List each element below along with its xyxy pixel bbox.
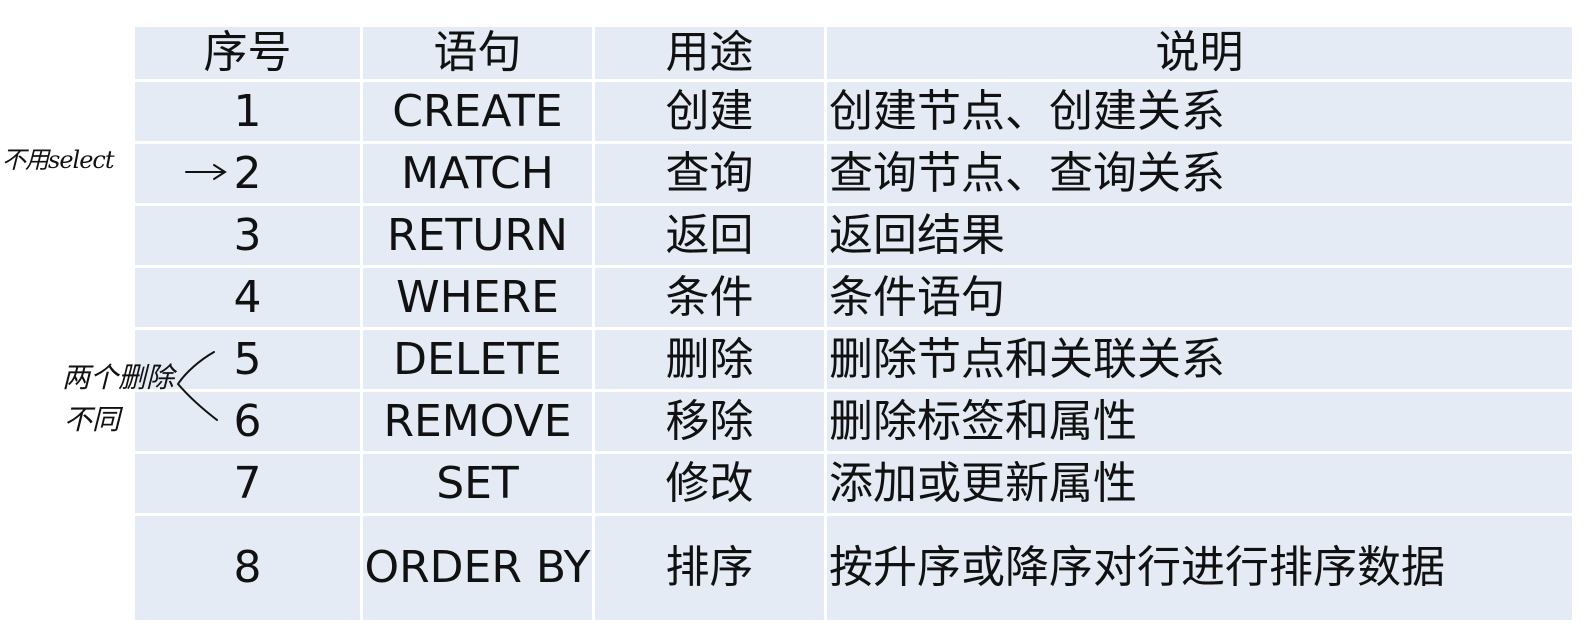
row-statement: RETURN: [360, 203, 595, 268]
row-usage: 排序: [592, 513, 827, 623]
row-statement: REMOVE: [360, 389, 595, 454]
row-statement: DELETE: [360, 327, 595, 392]
table-row: 8 ORDER BY 排序 按升序或降序对行进行排序数据: [132, 513, 1575, 623]
header-index: 序号: [132, 24, 363, 82]
table-row: 6 REMOVE 移除 删除标签和属性: [132, 389, 1575, 454]
row-index: 7: [132, 451, 363, 516]
header-description: 说明: [824, 24, 1575, 82]
cypher-statements-table: 序号 语句 用途 说明 1 CREATE 创建 创建节点、创建关系 2 MATC…: [132, 24, 1575, 623]
table-row: 4 WHERE 条件 条件语句: [132, 265, 1575, 330]
row-index: 8: [132, 513, 363, 623]
table-row: 7 SET 修改 添加或更新属性: [132, 451, 1575, 516]
row-statement: WHERE: [360, 265, 595, 330]
row-description: 按升序或降序对行进行排序数据: [824, 513, 1575, 623]
row-description: 返回结果: [824, 203, 1575, 268]
row-statement: MATCH: [360, 141, 595, 206]
row-description: 添加或更新属性: [824, 451, 1575, 516]
table-row: 2 MATCH 查询 查询节点、查询关系: [132, 141, 1575, 206]
row-usage: 修改: [592, 451, 827, 516]
row-description: 删除标签和属性: [824, 389, 1575, 454]
row-statement: ORDER BY: [360, 513, 595, 623]
row-index: 3: [132, 203, 363, 268]
row-statement: SET: [360, 451, 595, 516]
row-index: 2: [132, 141, 363, 206]
slide: 序号 语句 用途 说明 1 CREATE 创建 创建节点、创建关系 2 MATC…: [0, 0, 1596, 631]
row-statement: CREATE: [360, 79, 595, 144]
row-usage: 条件: [592, 265, 827, 330]
row-description: 条件语句: [824, 265, 1575, 330]
row-usage: 创建: [592, 79, 827, 144]
row-description: 查询节点、查询关系: [824, 141, 1575, 206]
handwritten-note-delete-line2: 不同: [64, 403, 121, 436]
row-usage: 返回: [592, 203, 827, 268]
row-index: 6: [132, 389, 363, 454]
row-index: 4: [132, 265, 363, 330]
table-row: 5 DELETE 删除 删除节点和关联关系: [132, 327, 1575, 392]
handwritten-note-select: 不用select: [2, 146, 114, 174]
table-header-row: 序号 语句 用途 说明: [132, 24, 1575, 82]
handwritten-note-delete-line1: 两个删除: [62, 361, 175, 394]
row-index: 1: [132, 79, 363, 144]
row-usage: 查询: [592, 141, 827, 206]
row-usage: 删除: [592, 327, 827, 392]
row-usage: 移除: [592, 389, 827, 454]
table-row: 3 RETURN 返回 返回结果: [132, 203, 1575, 268]
header-usage: 用途: [592, 24, 827, 82]
table-row: 1 CREATE 创建 创建节点、创建关系: [132, 79, 1575, 144]
header-statement: 语句: [360, 24, 595, 82]
row-description: 创建节点、创建关系: [824, 79, 1575, 144]
row-description: 删除节点和关联关系: [824, 327, 1575, 392]
